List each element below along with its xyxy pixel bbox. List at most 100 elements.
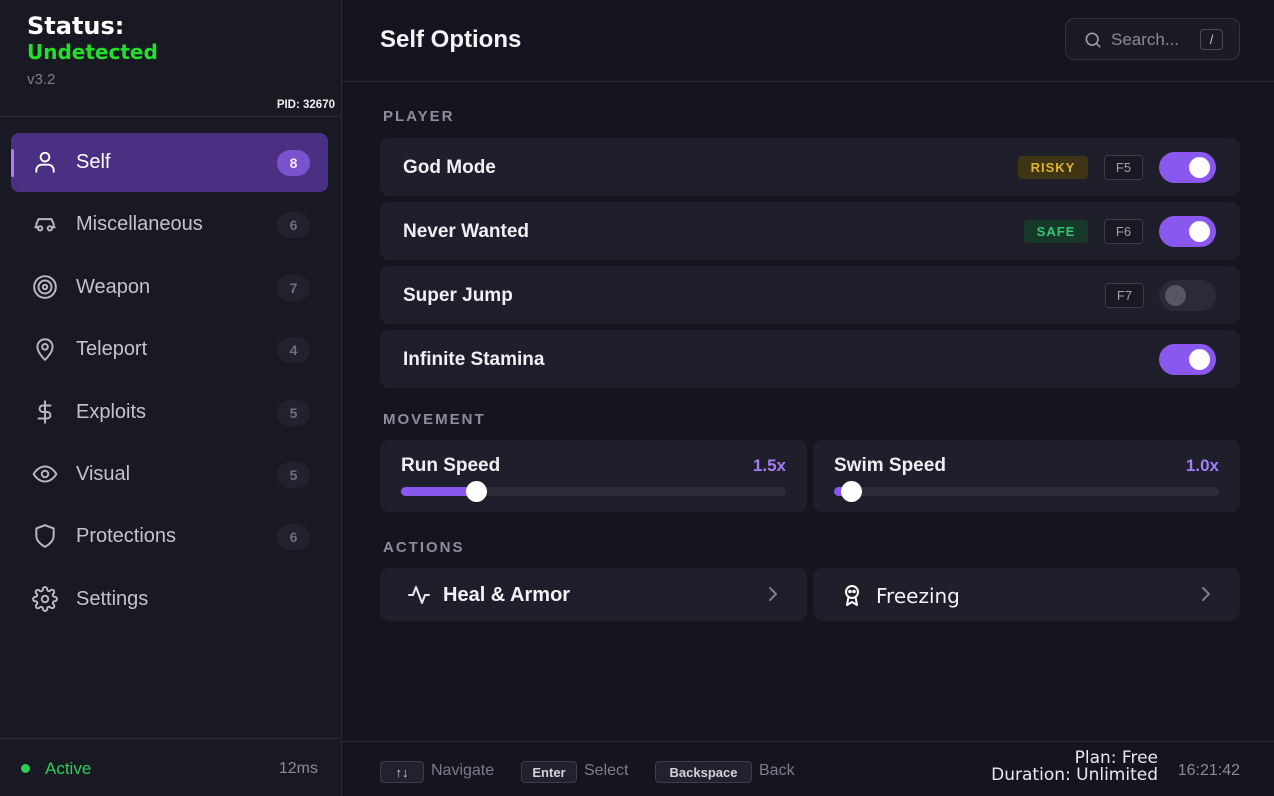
map-pin-icon <box>32 336 58 362</box>
sidebar-item-label: Self <box>76 151 111 173</box>
hotkey-badge: F7 <box>1105 283 1144 308</box>
god-mode-toggle[interactable] <box>1159 152 1216 183</box>
sidebar-item-protections[interactable]: Protections 6 <box>11 507 328 566</box>
navigate-hint: Navigate <box>431 762 495 779</box>
target-icon <box>32 274 58 300</box>
sidebar-item-self[interactable]: Self 8 <box>11 133 328 192</box>
toggle-knob <box>1189 349 1210 370</box>
safe-badge: SAFE <box>1024 220 1088 243</box>
option-label: Super Jump <box>403 285 513 306</box>
heal-armor-button[interactable]: Heal & Armor <box>380 568 807 621</box>
car-icon <box>32 211 58 237</box>
slider-value: 1.0x <box>1185 456 1219 475</box>
sidebar-item-label: Weapon <box>76 275 151 298</box>
search-input[interactable] <box>1111 29 1189 51</box>
header: Self Options / <box>342 0 1274 82</box>
toggle-knob <box>1189 221 1210 242</box>
sidebar-item-label: Miscellaneous <box>76 213 203 236</box>
brand-header: Status: Undetected v3.2 PID: 32670 <box>0 0 341 117</box>
user-icon <box>32 149 58 175</box>
count-badge: 6 <box>277 524 310 551</box>
section-label-actions: ACTIONS <box>383 539 465 556</box>
sidebar-item-visual[interactable]: Visual 5 <box>11 445 328 504</box>
search-icon <box>1083 30 1103 50</box>
latency-label: 12ms <box>278 760 318 777</box>
option-label: Never Wanted <box>403 221 529 242</box>
count-badge: 5 <box>277 399 310 426</box>
search-shortcut-key: / <box>1200 29 1223 50</box>
plan-info: Plan: Free Duration: Unlimited <box>991 750 1158 784</box>
sidebar-item-label: Settings <box>76 587 149 610</box>
status-label: Status: <box>27 12 125 40</box>
sidebar: Status: Undetected v3.2 PID: 32670 Self … <box>0 0 342 796</box>
option-row-super-jump[interactable]: Super Jump F7 <box>380 266 1240 324</box>
navigate-key: ↑↓ <box>380 761 424 783</box>
section-label-movement: MOVEMENT <box>383 411 486 428</box>
slider-label: Swim Speed <box>834 455 946 476</box>
run-speed-slider[interactable] <box>401 481 786 502</box>
count-badge: 5 <box>277 461 310 488</box>
option-row-infinite-stamina[interactable]: Infinite Stamina <box>380 330 1240 388</box>
page-title: Self Options <box>380 26 522 53</box>
count-badge: 4 <box>277 337 310 364</box>
slider-label: Run Speed <box>401 455 501 476</box>
dollar-icon <box>32 399 58 425</box>
sidebar-item-settings[interactable]: Settings <box>11 570 328 629</box>
sidebar-item-label: Teleport <box>76 338 148 361</box>
count-badge: 8 <box>277 150 310 176</box>
sidebar-item-label: Visual <box>76 462 131 485</box>
action-label: Freezing <box>876 584 960 608</box>
chevron-right-icon <box>766 586 780 602</box>
sidebar-nav: Self 8 Miscellaneous 6 Weapon 7 Teleport… <box>11 133 328 632</box>
status-value: Undetected <box>27 40 158 64</box>
chevron-right-icon <box>1199 586 1213 602</box>
status-dot <box>21 764 30 773</box>
slider-fill <box>401 487 477 496</box>
option-label: God Mode <box>403 157 496 178</box>
count-badge: 7 <box>277 274 310 301</box>
pid-label: PID: 32670 <box>276 99 335 111</box>
never-wanted-toggle[interactable] <box>1159 216 1216 247</box>
connection-status: Active <box>45 759 92 778</box>
action-label: Heal & Armor <box>443 584 571 606</box>
main-panel: Self Options / PLAYER God Mode RISKY F5 … <box>342 0 1274 796</box>
infinite-stamina-toggle[interactable] <box>1159 344 1216 375</box>
search-box[interactable]: / <box>1065 18 1240 60</box>
footer-bar: ↑↓ Navigate Enter Select Backspace Back … <box>342 741 1274 796</box>
select-hint: Select <box>584 762 629 779</box>
freezing-button[interactable]: Freezing <box>813 568 1240 621</box>
sidebar-item-label: Exploits <box>76 400 147 423</box>
sidebar-item-miscellaneous[interactable]: Miscellaneous 6 <box>11 195 328 254</box>
shield-icon <box>32 523 58 549</box>
swim-speed-slider[interactable] <box>834 481 1219 502</box>
option-row-never-wanted[interactable]: Never Wanted SAFE F6 <box>380 202 1240 260</box>
version-label: v3.2 <box>27 71 56 88</box>
toggle-knob <box>1165 285 1186 306</box>
slider-thumb[interactable] <box>841 481 863 502</box>
duration-label: Duration: Unlimited <box>991 765 1158 785</box>
sidebar-footer: Active 12ms <box>0 738 341 796</box>
super-jump-toggle[interactable] <box>1159 280 1216 311</box>
slider-thumb[interactable] <box>466 481 488 502</box>
gear-icon <box>32 585 58 612</box>
sidebar-item-exploits[interactable]: Exploits 5 <box>11 383 328 442</box>
backspace-key: Backspace <box>655 761 752 783</box>
count-badge: 6 <box>277 212 310 239</box>
hotkey-badge: F6 <box>1104 219 1143 244</box>
toggle-knob <box>1189 157 1210 178</box>
section-label-player: PLAYER <box>383 108 455 125</box>
sidebar-item-label: Protections <box>76 525 177 548</box>
eye-icon <box>32 461 58 487</box>
swim-speed-card: Swim Speed 1.0x <box>813 440 1240 512</box>
option-label: Infinite Stamina <box>403 349 545 370</box>
slider-value: 1.5x <box>752 456 786 475</box>
award-icon <box>840 583 864 607</box>
back-hint: Back <box>759 762 795 779</box>
sidebar-item-teleport[interactable]: Teleport 4 <box>11 320 328 379</box>
activity-icon <box>407 583 431 607</box>
option-row-god-mode[interactable]: God Mode RISKY F5 <box>380 138 1240 196</box>
sidebar-item-weapon[interactable]: Weapon 7 <box>11 258 328 317</box>
enter-key: Enter <box>521 761 577 783</box>
run-speed-card: Run Speed 1.5x <box>380 440 807 512</box>
risk-badge: RISKY <box>1018 156 1088 179</box>
